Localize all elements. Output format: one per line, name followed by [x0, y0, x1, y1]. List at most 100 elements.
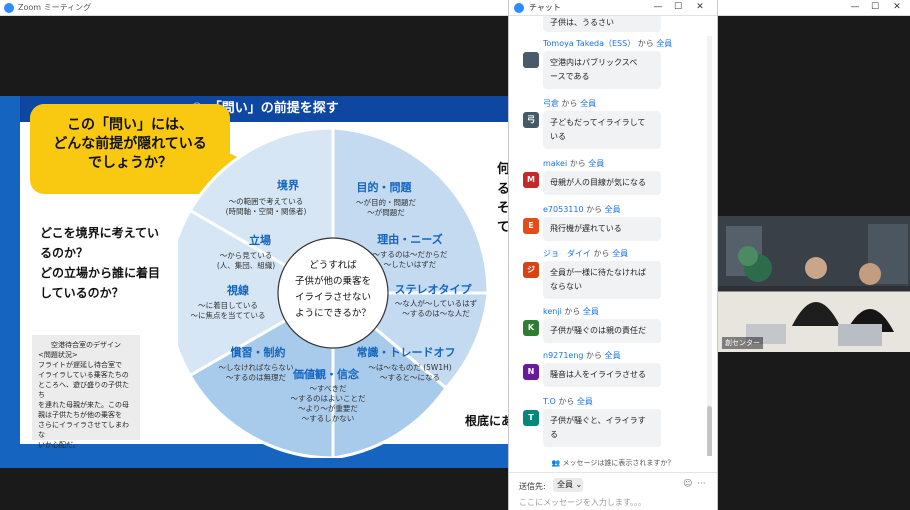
sender-name[interactable]: ジョ ダイイ: [543, 249, 591, 258]
message-line: 母親が人の目線が気になる: [550, 178, 646, 187]
sender-name[interactable]: n9271eng: [543, 351, 584, 360]
message-header: 弓倉 から 全員: [543, 98, 596, 109]
from-word: から: [564, 307, 581, 316]
info-line: を連れた母親が来た。この母: [38, 401, 129, 409]
wheel-center-line: ようにできるか？: [295, 308, 371, 319]
message-line: 子どもだってイライラして: [550, 118, 646, 127]
segment-line: 〜するのは〜な人だ: [402, 309, 470, 318]
sender-name[interactable]: T.O: [543, 397, 556, 406]
problem-situation-box: 空港待合室のデザイン <問題状況> フライトが遅延し待合室で イライラしている乗…: [32, 335, 140, 449]
from-word: から: [593, 249, 610, 258]
wheel-center-line: どうすれば: [309, 260, 357, 271]
user-avatar: M: [523, 172, 539, 188]
maximize-button[interactable]: ☐: [868, 2, 882, 12]
message-header: kenji から 全員: [543, 306, 599, 317]
left-question-line: どの立場から誰に着目: [40, 266, 161, 280]
user-avatar: N: [523, 364, 539, 380]
from-word: から: [637, 39, 654, 48]
message-line: 飛行機が遅れている: [550, 224, 622, 233]
sender-name[interactable]: e7053110: [543, 205, 584, 214]
recipient: 全員: [582, 307, 599, 316]
segment-line: (人、集団、組織): [217, 260, 275, 270]
zoom-logo-icon: [4, 3, 14, 13]
chat-scrollbar[interactable]: [707, 36, 712, 456]
message-body: 全員が一様に待たなければ ならない: [543, 261, 661, 299]
recipient: 全員: [604, 205, 621, 214]
segment-line: 〜から見ている: [220, 251, 273, 260]
message-line: る: [550, 430, 558, 439]
participant-video[interactable]: 創センター: [718, 216, 910, 352]
emoji-icon[interactable]: ☺: [683, 479, 692, 489]
chat-close-button[interactable]: ✕: [693, 2, 707, 12]
message-header: makei から 全員: [543, 158, 604, 169]
chat-titlebar: チャット — ☐ ✕: [509, 0, 717, 16]
recipient: 全員: [604, 351, 621, 360]
recipient-select[interactable]: 全員 ⌄: [553, 478, 583, 492]
left-question-line: るのか？: [40, 246, 89, 260]
chat-minimize-button[interactable]: —: [651, 2, 665, 12]
segment-line: 〜したいはずだ: [384, 259, 437, 269]
segment-title-purpose: 目的・問題: [357, 180, 413, 194]
message-header: ジョ ダイイ から 全員: [543, 248, 628, 259]
segment-title-common-sense: 常識・トレードオフ: [357, 345, 456, 359]
user-avatar: [523, 52, 539, 68]
segment-line: 〜より〜が重要だ: [298, 403, 358, 413]
info-line: 親は子供たちが他の乗客を: [38, 411, 122, 419]
info-line: <問題状況>: [38, 351, 78, 359]
recipient-select-value: 全員: [557, 480, 573, 489]
message-body: 子供が騒ぐと、イライラす る: [543, 409, 661, 447]
user-avatar: 弓: [523, 112, 539, 128]
more-options-icon[interactable]: ···: [697, 479, 706, 489]
visibility-info-link[interactable]: 👥 メッセージは誰に表示されますか？: [509, 458, 717, 468]
video-laptop: [838, 324, 882, 346]
recipient: 全員: [576, 397, 593, 406]
message-line: 騒音は人をイライラさせる: [550, 370, 646, 379]
segment-line: 〜に焦点を当てている: [191, 310, 266, 320]
message-line: 全員が一様に待たなければ: [550, 268, 646, 277]
user-avatar: E: [523, 218, 539, 234]
chat-message-input[interactable]: [519, 496, 709, 508]
segment-title-stereotype: ステレオタイプ: [395, 282, 473, 296]
segment-line: 〜の範囲で考えている: [229, 196, 304, 206]
info-line: さらにイライラさせてしまわな: [38, 421, 129, 439]
chat-scrollbar-thumb[interactable]: [707, 406, 712, 456]
from-word: から: [561, 99, 578, 108]
chat-title: チャット: [529, 3, 561, 12]
zoom-titlebar: Zoom ミーティング — ☐ ✕: [0, 0, 910, 16]
chat-maximize-button[interactable]: ☐: [671, 2, 685, 12]
message-body: 騒音は人をイライラさせる: [543, 363, 661, 387]
wheel-center-line: 子供が他の乗客を: [295, 275, 371, 287]
segment-title-values: 価値観・信念: [292, 367, 360, 381]
chat-window: チャット — ☐ ✕ 子供は、うるさい Tomoya Takeda（ESS） か…: [508, 0, 718, 510]
recipient: 全員: [588, 159, 605, 168]
message-header: e7053110 から 全員: [543, 204, 621, 215]
premise-wheel: どうすれば 子供が他の乗客を イライラさせない ようにできるか？ 境界 〜の範囲…: [178, 128, 488, 458]
info-line: フライトが遅延し待合室で: [38, 361, 122, 369]
sender-name[interactable]: 弓倉: [543, 99, 559, 108]
minimize-button[interactable]: —: [848, 2, 862, 12]
segment-title-viewpoint: 視線: [226, 283, 249, 297]
sender-name[interactable]: makei: [543, 159, 567, 168]
video-person-head: [859, 263, 881, 285]
segment-title-reason: 理由・ニーズ: [377, 232, 442, 246]
sender-name[interactable]: Tomoya Takeda（ESS）: [543, 39, 635, 48]
video-scene: [718, 216, 910, 352]
message-body: 子供は、うるさい: [543, 16, 661, 32]
from-word: から: [558, 397, 575, 406]
visibility-note-text: メッセージは誰に表示されますか？: [562, 459, 675, 467]
message-line: いる: [550, 132, 566, 141]
segment-title-position: 立場: [249, 233, 271, 247]
message-body: 子供が騒ぐのは親の責任だ: [543, 319, 661, 343]
left-question-line: どこを境界に考えてい: [40, 226, 160, 240]
left-question: どこを境界に考えてい るのか？ どの立場から誰に着目 しているのか？: [40, 223, 180, 303]
message-body: 飛行機が遅れている: [543, 217, 661, 241]
recipient: 全員: [612, 249, 629, 258]
from-word: から: [569, 159, 586, 168]
close-button[interactable]: ✕: [890, 2, 904, 12]
segment-line: 〜に着目している: [198, 300, 258, 310]
window-title: Zoom ミーティング: [18, 3, 92, 12]
message-line: 子供が騒ぐのは親の責任だ: [550, 326, 646, 335]
sender-name[interactable]: kenji: [543, 307, 562, 316]
chat-message-list[interactable]: 子供は、うるさい Tomoya Takeda（ESS） から 全員 空港内はパブ…: [509, 16, 717, 456]
chevron-down-icon: ⌄: [575, 480, 583, 489]
